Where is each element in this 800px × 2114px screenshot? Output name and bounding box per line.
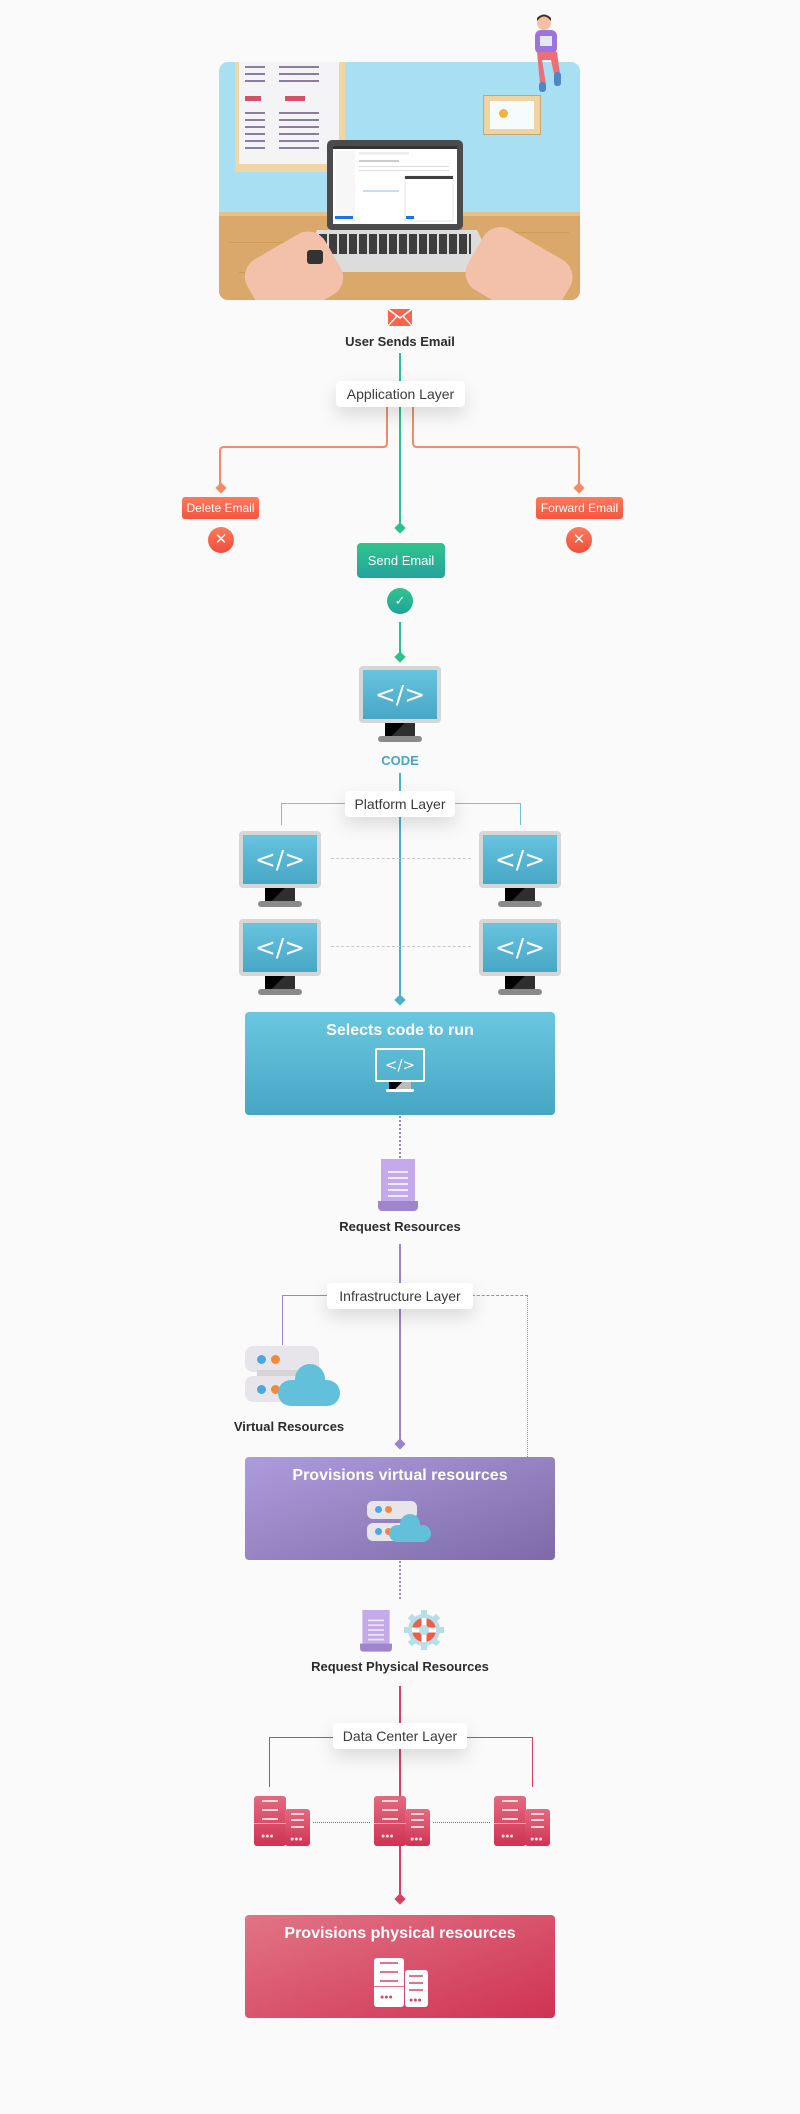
platform-left-drop bbox=[281, 803, 282, 825]
request-physical-label: Request Physical Resources bbox=[311, 1659, 489, 1674]
datacenter-right-drop bbox=[532, 1737, 533, 1787]
platform-dotted-link-bottom bbox=[331, 946, 471, 947]
platform-dotted-link-top bbox=[331, 858, 471, 859]
laptop-screen bbox=[327, 140, 463, 230]
forward-rejected-x-icon: ✕ bbox=[566, 527, 592, 553]
infrastructure-layer-label: Infrastructure Layer bbox=[327, 1283, 473, 1309]
datacenter-left-branch bbox=[269, 1737, 334, 1738]
send-accepted-check-icon: ✓ bbox=[387, 588, 413, 614]
provisions-physical-step-title: Provisions physical resources bbox=[284, 1925, 516, 1942]
application-layer-label: Application Layer bbox=[336, 381, 465, 407]
provisions-physical-step-card: Provisions physical resources ●●● ●●● bbox=[245, 1915, 555, 2018]
server-rack-icon: ●●● ●●● bbox=[254, 1796, 310, 1846]
virtual-resources-label: Virtual Resources bbox=[233, 1419, 345, 1434]
datacenter-dotted-link-right bbox=[433, 1822, 490, 1823]
provisions-virtual-step-card: Provisions virtual resources bbox=[245, 1457, 555, 1560]
datacenter-right-branch bbox=[466, 1737, 532, 1738]
request-resources-label: Request Resources bbox=[339, 1219, 461, 1234]
provisions-virtual-step-title: Provisions virtual resources bbox=[292, 1467, 508, 1484]
code-monitor-icon: </> bbox=[359, 666, 441, 742]
code-label: CODE bbox=[381, 753, 419, 768]
code-arrow-tip bbox=[394, 651, 406, 663]
server-rack-icon: ●●● ●●● bbox=[494, 1796, 550, 1846]
envelope-icon bbox=[388, 309, 412, 326]
datacenter-arrow-tip bbox=[394, 1893, 406, 1905]
outline-monitor-icon: </> bbox=[375, 1048, 425, 1094]
server-rack-icon: ●●● ●●● bbox=[374, 1796, 430, 1846]
infra-left-drop bbox=[282, 1295, 283, 1345]
delete-rejected-x-icon: ✕ bbox=[208, 527, 234, 553]
wristwatch bbox=[307, 250, 323, 264]
start-label: User Sends Email bbox=[345, 334, 455, 349]
platform-arrow-tip bbox=[394, 994, 406, 1006]
delete-email-option: Delete Email bbox=[182, 497, 259, 519]
selects-code-step-title: Selects code to run bbox=[326, 1022, 474, 1039]
document-icon bbox=[360, 1610, 392, 1652]
infra-right-dotted-drop bbox=[527, 1295, 528, 1457]
platform-monitor-icon: </> bbox=[479, 831, 561, 907]
infra-right-dotted-branch bbox=[472, 1295, 528, 1296]
platform-monitor-icon: </> bbox=[239, 831, 321, 907]
infra-trunk-line bbox=[399, 1244, 401, 1442]
send-email-option: Send Email bbox=[357, 543, 445, 578]
send-arrow-tip bbox=[394, 522, 406, 534]
gear-lifebuoy-icon bbox=[404, 1610, 444, 1650]
forward-email-option: Forward Email bbox=[536, 497, 623, 519]
app-branch-lines bbox=[219, 407, 580, 487]
person-with-tablet-illustration bbox=[535, 14, 561, 92]
infra-left-branch bbox=[282, 1295, 332, 1296]
platform-monitor-icon: </> bbox=[239, 919, 321, 995]
datacenter-dotted-link-left bbox=[313, 1822, 370, 1823]
platform-layer-label: Platform Layer bbox=[345, 791, 455, 817]
request-dotted-line bbox=[399, 1116, 401, 1158]
datacenter-left-drop bbox=[269, 1737, 270, 1787]
platform-monitor-icon: </> bbox=[479, 919, 561, 995]
server-rack-icon: ●●● ●●● bbox=[374, 1958, 428, 2007]
datacenter-trunk-line bbox=[399, 1686, 401, 1900]
document-icon bbox=[378, 1159, 418, 1211]
server-cloud-icon bbox=[367, 1501, 433, 1543]
laptop-keys bbox=[319, 234, 471, 254]
infra-arrow-tip bbox=[394, 1438, 406, 1450]
data-center-layer-label: Data Center Layer bbox=[333, 1723, 467, 1749]
platform-right-drop bbox=[520, 803, 521, 825]
server-cloud-icon bbox=[245, 1346, 341, 1408]
selects-code-step-card: Selects code to run </> bbox=[245, 1012, 555, 1115]
request-physical-dotted-line bbox=[399, 1561, 401, 1599]
